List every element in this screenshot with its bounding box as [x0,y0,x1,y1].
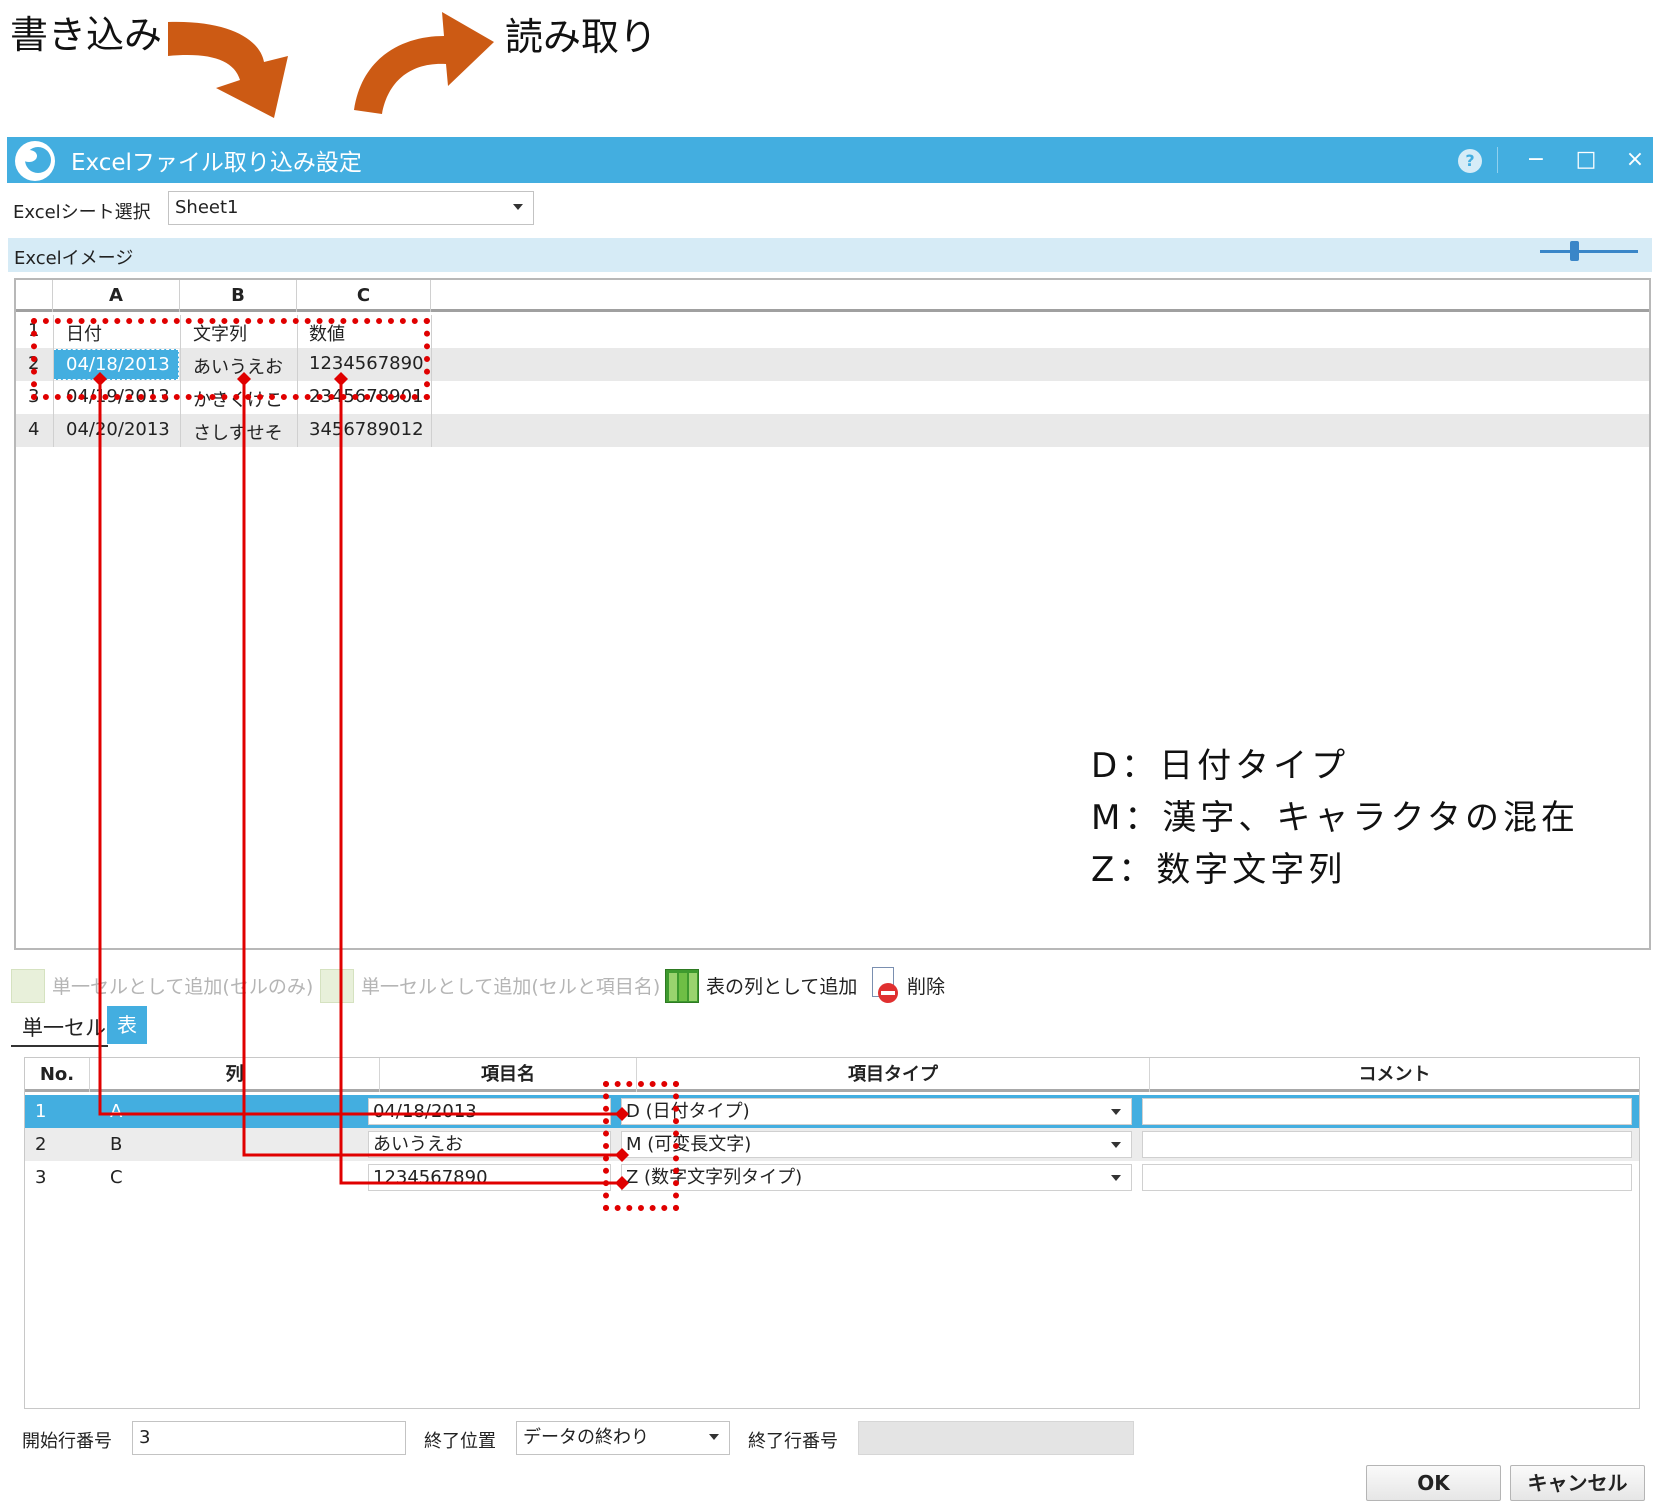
start-row-value: 3 [139,1427,151,1448]
row-column: B [110,1134,123,1155]
header-column[interactable]: 列 [90,1058,380,1092]
grid-row-number: 4 [28,419,40,440]
chevron-down-icon [709,1434,719,1440]
table-row[interactable]: 2 B あいうえお M (可変長文字) [25,1128,1639,1161]
item-type-dropdown[interactable]: Z (数字文字列タイプ) [621,1164,1132,1191]
help-icon[interactable]: ? [1458,149,1482,173]
tab-underline [11,1045,108,1047]
grid-cell[interactable]: 3456789012 [309,419,424,440]
sheet-select-label: Excelシート選択 [13,202,151,223]
grid-cell[interactable]: さしすせそ [193,419,283,445]
write-arrow-icon [168,21,288,119]
add-single-cell-with-name-icon [320,969,354,1003]
write-label: 書き込み [10,13,163,57]
chevron-down-icon [513,204,523,210]
add-single-cell-button[interactable]: 単一セルとして追加(セルのみ) [52,972,313,999]
maximize-button[interactable]: □ [1569,145,1603,175]
column-mapping-table: No. 列 項目名 項目タイプ コメント 1 A 04/18/2013 D (日… [24,1057,1640,1409]
row-no: 2 [35,1134,47,1155]
tab-table[interactable]: 表 [107,1006,147,1044]
grid-corner [16,280,53,312]
window-title: Excelファイル取り込み設定 [71,150,362,176]
app-logo-icon [15,141,55,181]
grid-header-row: A B C [16,280,1649,312]
item-name-value: あいうえお [373,1134,463,1155]
item-name-value: 1234567890 [373,1167,488,1188]
grid-row: 4 04/20/2013 さしすせそ 3456789012 [16,414,1649,447]
add-table-column-icon [665,969,699,1003]
header-item-name[interactable]: 項目名 [380,1058,637,1092]
item-type-dropdown[interactable]: M (可変長文字) [621,1131,1132,1158]
row-column: A [110,1101,123,1122]
end-position-dropdown[interactable]: データの終わり [516,1421,730,1455]
chevron-down-icon [1111,1175,1121,1181]
read-label: 読み取り [505,15,658,59]
excel-image-label: Excelイメージ [14,248,134,269]
minimize-button[interactable]: − [1519,145,1553,175]
chevron-down-icon [1111,1142,1121,1148]
table-row[interactable]: 1 A 04/18/2013 D (日付タイプ) [25,1095,1639,1128]
grid-col-header-b[interactable]: B [180,280,297,312]
item-name-input[interactable]: 1234567890 [368,1164,611,1191]
start-row-input[interactable]: 3 [132,1421,406,1455]
source-highlight-box [31,318,430,400]
start-row-label: 開始行番号 [22,1431,112,1452]
legend-d: D：日付タイプ [1091,746,1350,786]
cancel-button[interactable]: キャンセル [1510,1465,1645,1501]
zoom-slider-thumb[interactable] [1570,241,1579,261]
row-column: C [110,1167,123,1188]
read-arrow-icon [354,12,494,114]
comment-input[interactable] [1142,1131,1632,1158]
grid-col-header-c[interactable]: C [297,280,431,312]
header-no[interactable]: No. [25,1058,90,1092]
chevron-down-icon [1111,1109,1121,1115]
comment-input[interactable] [1142,1164,1632,1191]
zoom-slider-track[interactable] [1540,250,1638,253]
item-type-dropdown[interactable]: D (日付タイプ) [621,1098,1132,1125]
titlebar-divider [1497,147,1498,173]
grid-line [431,315,432,447]
table-row[interactable]: 3 C 1234567890 Z (数字文字列タイプ) [25,1161,1639,1194]
item-name-value: 04/18/2013 [373,1101,477,1122]
sheet-select-dropdown[interactable]: Sheet1 [168,191,534,225]
ok-button[interactable]: OK [1366,1465,1501,1501]
grid-cell[interactable]: 04/20/2013 [66,419,170,440]
grid-col-header-a[interactable]: A [53,280,180,312]
row-no: 1 [35,1101,47,1122]
tab-single-cell[interactable]: 単一セル [22,1012,106,1042]
delete-button[interactable]: 削除 [907,972,945,999]
item-name-input[interactable]: 04/18/2013 [368,1098,611,1125]
excel-image-header: Excelイメージ [8,238,1652,272]
end-row-label: 終了行番号 [748,1431,838,1452]
sheet-select-value: Sheet1 [175,197,239,218]
add-table-column-button[interactable]: 表の列として追加 [706,972,857,999]
type-highlight-box [603,1081,679,1211]
legend-z: Z：数字文字列 [1091,850,1347,890]
legend-m: M：漢字、キャラクタの混在 [1091,798,1579,838]
end-row-input [858,1421,1134,1455]
header-item-type[interactable]: 項目タイプ [637,1058,1150,1092]
header-comment[interactable]: コメント [1150,1058,1639,1092]
delete-icon [868,967,898,1003]
end-position-value: データの終わり [523,1427,649,1448]
add-single-cell-icon [11,969,45,1003]
end-position-label: 終了位置 [424,1431,496,1452]
title-bar: Excelファイル取り込み設定 ? − □ × [7,137,1653,183]
add-single-cell-with-name-button[interactable]: 単一セルとして追加(セルと項目名) [361,972,660,999]
comment-input[interactable] [1142,1098,1632,1125]
row-no: 3 [35,1167,47,1188]
table-header-row: No. 列 項目名 項目タイプ コメント [25,1058,1639,1092]
close-button[interactable]: × [1618,145,1652,175]
item-name-input[interactable]: あいうえお [368,1131,611,1158]
